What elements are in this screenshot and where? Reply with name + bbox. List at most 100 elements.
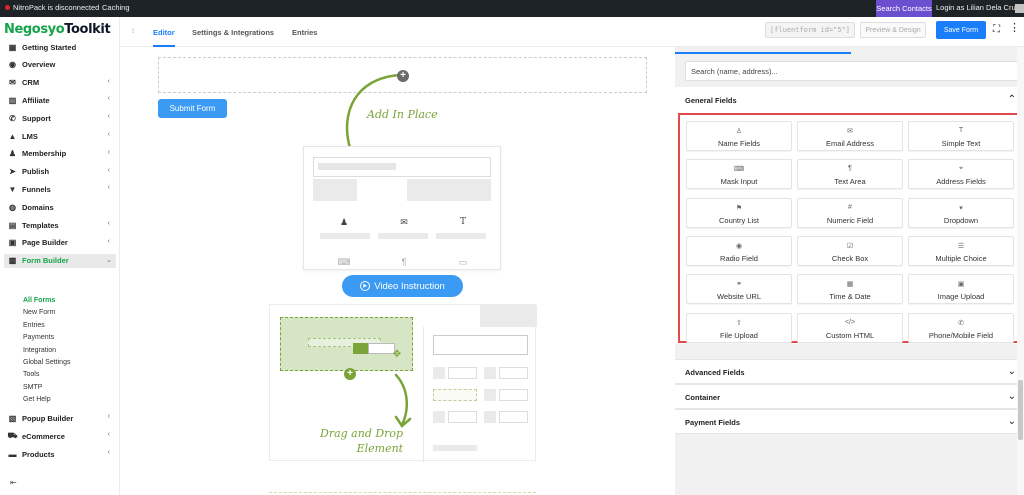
sidebar-item-label: Funnels [22,184,51,194]
list-icon: ☰ [957,242,965,250]
section-payment-fields[interactable]: Payment Fields ⌄ [675,409,1024,434]
tab-editor[interactable]: Editor [153,28,175,37]
field-check-box[interactable]: ☑ Check Box [797,235,903,266]
section-container[interactable]: Container ⌄ [675,384,1024,409]
field-label: Custom HTML [825,330,875,340]
field-multiple-choice[interactable]: ☰ Multiple Choice [908,235,1014,266]
sidebar-item-templates[interactable]: ▤ Templates ‹ [8,218,114,232]
video-instruction-button[interactable]: ▶ Video Instruction [342,275,463,297]
general-fields-header[interactable]: General Fields ⌃ [675,87,1024,113]
field-simple-text[interactable]: T Simple Text [908,121,1014,151]
tab-settings-integrations[interactable]: Settings & Integrations [192,28,274,37]
field-text-area[interactable]: ¶ Text Area [797,159,903,190]
chevron-up-icon[interactable]: ⌃ [1008,94,1016,105]
sidebar-item-popup-builder[interactable]: ▧ Popup Builder ‹ [8,411,114,425]
field-custom-html[interactable]: </> Custom HTML [797,312,903,343]
preview-design-button[interactable]: Preview & Design [860,22,926,38]
logo-part-1: Negosyo [4,22,65,37]
fullscreen-icon[interactable]: ⛶ [993,25,1003,35]
chevron-left-icon: ‹ [107,166,110,174]
users-icon: ♟ [8,149,17,159]
sidebar-subitem-all-forms[interactable]: All Forms [23,297,55,304]
field-numeric-field[interactable]: # Numeric Field [797,197,903,228]
editor-nav: ⁝ Editor Settings & Integrations Entries [120,17,675,47]
radio-icon: ◉ [735,242,743,250]
field-search-input[interactable]: Search (name, address)... [685,61,1022,81]
sidebar-subitem-smtp[interactable]: SMTP [23,384,42,391]
field-name-fields[interactable]: ♙ Name Fields [686,121,792,151]
field-dropdown[interactable]: ▾ Dropdown [908,197,1014,228]
save-form-button[interactable]: Save Form [936,21,986,39]
tab-entries[interactable]: Entries [292,28,317,37]
sidebar-item-label: Form Builder [22,256,69,266]
chevron-left-icon: ‹ [107,131,110,138]
sidebar-item-domains[interactable]: ◍ Domains [8,200,114,214]
user-icon: ♟ [339,217,349,227]
add-field-plus-icon[interactable]: + [397,70,409,82]
sidebar-item-crm[interactable]: ✉ CRM ‹ [8,76,114,90]
envelope-icon: ✉ [400,217,408,227]
more-options-icon[interactable]: ⋮ [1009,23,1020,34]
sidebar-item-support[interactable]: ✆ Support ‹ [8,111,114,125]
drag-handle-icon[interactable]: ⁝ [132,27,134,35]
sidebar-item-getting-started[interactable]: ▦ Getting Started [8,40,114,54]
sidebar-subitem-tools[interactable]: Tools [23,371,39,378]
collapse-menu-icon[interactable]: ⇤ [10,478,17,487]
field-country-list[interactable]: ⚑ Country List [686,197,792,228]
sidebar-subitem-integration[interactable]: Integration [23,347,56,354]
sidebar-item-membership[interactable]: ♟ Membership ‹ [8,147,114,161]
field-file-upload[interactable]: ⇧ File Upload [686,312,792,343]
field-label: Check Box [831,253,869,263]
sidebar-subitem-get-help[interactable]: Get Help [23,396,51,403]
field-mask-input[interactable]: ⌨ Mask Input [686,159,792,190]
field-panel: Search (name, address)... General Fields… [675,47,1024,495]
nitropack-status[interactable]: NitroPack is disconnected [5,3,99,12]
chevron-down-icon: ⌄ [1007,416,1016,427]
form-editor-canvas[interactable]: Submit Form + Add In Place ♟ ✉ T ⌨ ¶ ▭ ▶… [120,47,675,495]
sidebar-subitem-payments[interactable]: Payments [23,334,54,341]
sidebar-item-ecommerce[interactable]: ⛟ eCommerce ‹ [7,429,114,443]
field-website-url[interactable]: ⚭ Website URL [686,274,792,305]
link-icon: ⚭ [736,281,742,289]
add-in-place-caption: Add In Place [367,108,438,121]
login-as-link[interactable]: Login as Lilian Dela Cruz [936,3,1019,12]
sidebar-item-affiliate[interactable]: ▥ Affiliate ‹ [8,93,114,107]
sidebar-subitem-global-settings[interactable]: Global Settings [23,359,70,366]
field-label: Phone/Mobile Field [928,330,994,340]
sidebar-item-products[interactable]: ▬ Products ‹ [8,447,114,461]
sidebar-item-label: Templates [22,220,59,230]
sidebar-subitem-new-form[interactable]: New Form [23,309,55,316]
field-radio-field[interactable]: ◉ Radio Field [686,235,792,266]
field-image-upload[interactable]: ▣ Image Upload [908,274,1014,305]
shortcode-copy-button[interactable]: [fluentform id="5"] [765,22,855,38]
search-contacts-button[interactable]: Search Contacts [876,0,932,17]
section-advanced-fields[interactable]: Advanced Fields ⌄ [675,359,1024,384]
sidebar-item-form-builder[interactable]: ▩ Form Builder ⌄ [4,253,116,268]
avatar[interactable] [1015,4,1024,13]
sidebar: NegosyoToolkit ▦ Getting Started ◉ Overview… [0,17,120,495]
sidebar-item-lms[interactable]: ▲ LMS ‹ [8,129,114,143]
logo[interactable]: NegosyoToolkit [4,22,111,37]
sidebar-item-publish[interactable]: ➤ Publish ‹ [8,165,114,179]
chevron-down-icon: ⌄ [1007,391,1016,402]
field-address-fields[interactable]: ⌖ Address Fields [908,159,1014,190]
field-email-address[interactable]: ✉ Email Address [797,121,903,151]
field-time-date[interactable]: ▦ Time & Date [797,274,903,305]
chevron-left-icon: ‹ [107,413,110,420]
sidebar-subitem-entries[interactable]: Entries [23,322,45,329]
sidebar-item-label: Getting Started [22,42,77,52]
calendar-icon: ▦ [846,281,854,289]
scrollbar-thumb[interactable] [1018,380,1023,440]
field-label: Mask Input [720,177,758,187]
nitropack-label: NitroPack is disconnected [13,3,100,12]
hash-icon: # [848,203,852,211]
caching-link[interactable]: Caching [102,3,130,12]
sidebar-item-funnels[interactable]: ▼ Funnels ‹ [8,182,114,196]
field-label: Website URL [716,292,762,302]
submit-form-button[interactable]: Submit Form [158,99,227,118]
popup-icon: ▧ [8,413,17,423]
field-phone-mobile-field[interactable]: ✆ Phone/Mobile Field [908,312,1014,343]
sidebar-item-page-builder[interactable]: ▣ Page Builder ‹ [8,236,114,250]
sidebar-item-overview[interactable]: ◉ Overview [8,58,114,72]
paragraph-icon: ¶ [401,257,407,267]
